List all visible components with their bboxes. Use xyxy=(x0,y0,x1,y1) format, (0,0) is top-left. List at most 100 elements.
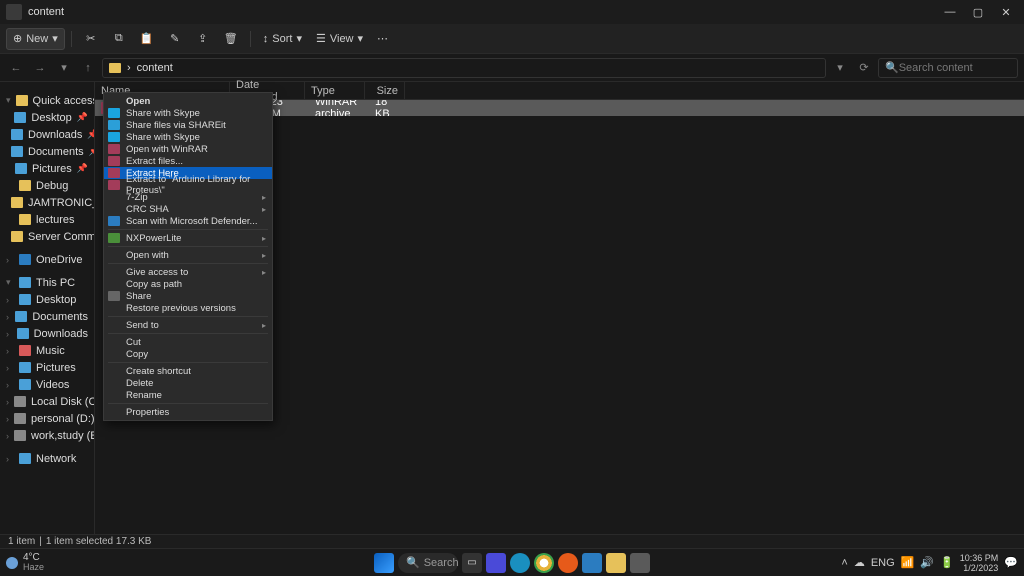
taskbar-search[interactable]: 🔍Search xyxy=(398,553,458,573)
rename-button[interactable]: ✎ xyxy=(162,28,188,50)
menu-item[interactable]: Rename xyxy=(104,389,272,401)
col-type[interactable]: Type xyxy=(305,82,365,99)
sort-button[interactable]: ↕ Sort ▾ xyxy=(257,28,308,50)
address-row: ← → ▾ ↑ › content ▾ ⟳ 🔍 Search content xyxy=(0,54,1024,82)
minimize-button[interactable]: — xyxy=(936,2,964,22)
tray-notifications-icon[interactable]: 💬 xyxy=(1004,556,1018,569)
menu-item[interactable]: Send to▸ xyxy=(104,319,272,331)
menu-item[interactable]: Share xyxy=(104,290,272,302)
tray-battery-icon[interactable]: 🔋 xyxy=(940,556,954,569)
menu-item[interactable]: Share with Skype xyxy=(104,131,272,143)
view-button[interactable]: ☰ View ▾ xyxy=(310,28,369,50)
share-button[interactable]: ⇪ xyxy=(190,28,216,50)
menu-item[interactable]: 7-Zip▸ xyxy=(104,191,272,203)
sidebar-item[interactable]: ›Downloads xyxy=(0,325,94,342)
menu-item[interactable]: Share files via SHAREit xyxy=(104,119,272,131)
sidebar-onedrive[interactable]: ›OneDrive xyxy=(0,251,94,268)
tray-lang[interactable]: ENG xyxy=(871,557,895,569)
sidebar-item[interactable]: ›Documents xyxy=(0,308,94,325)
taskbar-app-1[interactable] xyxy=(486,553,506,573)
sidebar-item[interactable]: Desktop📌 xyxy=(0,109,94,126)
menu-item[interactable]: Share with Skype xyxy=(104,107,272,119)
sidebar-item[interactable]: Pictures📌 xyxy=(0,160,94,177)
forward-button[interactable]: → xyxy=(30,58,50,78)
tray-wifi-icon[interactable]: 📶 xyxy=(901,556,915,569)
menu-item[interactable]: Extract files... xyxy=(104,155,272,167)
sidebar-this-pc[interactable]: ▾This PC xyxy=(0,274,94,291)
file-type: WinRAR archive xyxy=(309,100,369,116)
menu-item-icon xyxy=(108,250,120,260)
menu-item-label: CRC SHA xyxy=(126,204,169,215)
sidebar-item[interactable]: Server Commands xyxy=(0,228,94,245)
submenu-arrow-icon: ▸ xyxy=(262,251,266,260)
new-button[interactable]: ⊕ New ▾ xyxy=(6,28,65,50)
menu-item-label: Share files via SHAREit xyxy=(126,120,226,131)
menu-item[interactable]: Properties xyxy=(104,406,272,418)
weather-widget[interactable]: 4°C Haze xyxy=(6,553,44,572)
address-dropdown[interactable]: ▾ xyxy=(830,58,850,78)
search-input[interactable]: 🔍 Search content xyxy=(878,58,1018,78)
taskbar-explorer[interactable] xyxy=(606,553,626,573)
sidebar-item[interactable]: lectures xyxy=(0,211,94,228)
menu-item[interactable]: Open with WinRAR xyxy=(104,143,272,155)
recent-button[interactable]: ▾ xyxy=(54,58,74,78)
tray-chevron[interactable]: ˄ xyxy=(841,557,847,569)
menu-item[interactable]: NXPowerLite▸ xyxy=(104,232,272,244)
tray-onedrive-icon[interactable]: ☁ xyxy=(854,556,865,569)
taskbar-edge[interactable] xyxy=(510,553,530,573)
sidebar-item[interactable]: ›Videos xyxy=(0,376,94,393)
maximize-button[interactable]: ▢ xyxy=(964,2,992,22)
copy-button[interactable]: ⧉ xyxy=(106,28,132,50)
menu-item[interactable]: Open xyxy=(104,95,272,107)
taskbar-firefox[interactable] xyxy=(558,553,578,573)
menu-item[interactable]: Cut xyxy=(104,336,272,348)
sidebar-item[interactable]: ›personal (D:) xyxy=(0,410,94,427)
menu-item[interactable]: Delete xyxy=(104,377,272,389)
taskbar-app-2[interactable] xyxy=(582,553,602,573)
menu-item-label: Share with Skype xyxy=(126,108,200,119)
menu-item[interactable]: Open with▸ xyxy=(104,249,272,261)
menu-item[interactable]: Scan with Microsoft Defender... xyxy=(104,215,272,227)
delete-button[interactable]: 🗑 xyxy=(218,28,244,50)
menu-item-label: Send to xyxy=(126,320,159,331)
back-button[interactable]: ← xyxy=(6,58,26,78)
cut-button[interactable]: ✂ xyxy=(78,28,104,50)
paste-button[interactable]: 📋 xyxy=(134,28,160,50)
start-button[interactable] xyxy=(374,553,394,573)
col-size[interactable]: Size xyxy=(365,82,405,99)
sidebar-item[interactable]: ›Desktop xyxy=(0,291,94,308)
menu-item-label: Cut xyxy=(126,337,141,348)
taskbar-app-3[interactable] xyxy=(630,553,650,573)
drive-icon xyxy=(19,345,31,356)
up-button[interactable]: ↑ xyxy=(78,58,98,78)
sidebar-item[interactable]: Documents📌 xyxy=(0,143,94,160)
menu-item[interactable]: Copy as path xyxy=(104,278,272,290)
sidebar-quick-access[interactable]: ▾Quick access xyxy=(0,92,94,109)
menu-item[interactable]: Restore previous versions xyxy=(104,302,272,314)
menu-item[interactable]: CRC SHA▸ xyxy=(104,203,272,215)
sidebar-item[interactable]: ›work,study (E:) xyxy=(0,427,94,444)
weather-cond: Haze xyxy=(23,563,44,572)
refresh-button[interactable]: ⟳ xyxy=(854,58,874,78)
sidebar-item[interactable]: ›Music xyxy=(0,342,94,359)
sidebar-item[interactable]: Debug xyxy=(0,177,94,194)
sidebar-network[interactable]: ›Network xyxy=(0,450,94,467)
menu-item[interactable]: Extract to "Arduino Library for Proteus\… xyxy=(104,179,272,191)
tray-clock[interactable]: 10:36 PM 1/2/2023 xyxy=(960,553,999,573)
tray-volume-icon[interactable]: 🔊 xyxy=(920,556,934,569)
sidebar-item[interactable]: JAMTRONIC_CON xyxy=(0,194,94,211)
taskview-button[interactable]: ▭ xyxy=(462,553,482,573)
sidebar-item[interactable]: ›Local Disk (C:) xyxy=(0,393,94,410)
menu-item-label: NXPowerLite xyxy=(126,233,181,244)
menu-item-icon xyxy=(108,120,120,130)
more-button[interactable]: ⋯ xyxy=(371,28,394,50)
close-button[interactable]: ✕ xyxy=(992,2,1020,22)
menu-item[interactable]: Give access to▸ xyxy=(104,266,272,278)
address-bar[interactable]: › content xyxy=(102,58,826,78)
sidebar-item[interactable]: Downloads📌 xyxy=(0,126,94,143)
menu-item[interactable]: Create shortcut xyxy=(104,365,272,377)
menu-item[interactable]: Copy xyxy=(104,348,272,360)
sidebar-item[interactable]: ›Pictures xyxy=(0,359,94,376)
taskbar-chrome[interactable] xyxy=(534,553,554,573)
menu-item-icon xyxy=(108,279,120,289)
